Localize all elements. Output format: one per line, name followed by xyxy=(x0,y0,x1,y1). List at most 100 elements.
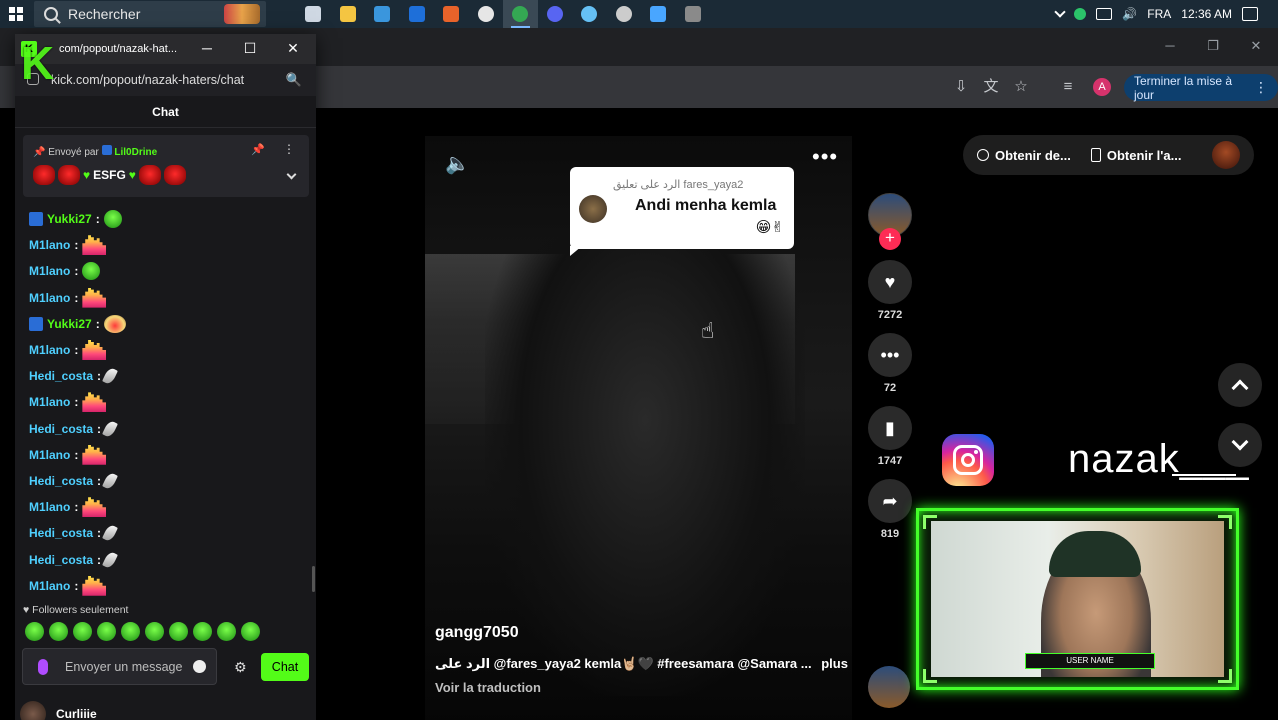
network-icon[interactable] xyxy=(1096,8,1113,20)
taskbar-app-chrome[interactable] xyxy=(503,0,538,28)
taskbar-app-app-blue[interactable] xyxy=(641,0,676,28)
restore-icon[interactable]: ❐ xyxy=(1203,38,1223,54)
taskbar-app-microsoft-store[interactable] xyxy=(365,0,400,28)
chat-username[interactable]: Hedi_costa xyxy=(29,526,93,540)
taskbar-app-file-explorer[interactable] xyxy=(331,0,366,28)
chat-username[interactable]: Hedi_costa xyxy=(29,553,93,567)
emoji-picker-icon[interactable] xyxy=(193,660,206,673)
maximize-icon[interactable]: ☐ xyxy=(240,40,260,57)
comment-icon: ••• xyxy=(868,333,912,377)
quick-emote-icon[interactable] xyxy=(25,622,44,641)
chat-username[interactable]: Yukki27 xyxy=(47,317,92,331)
taskbar-app-task-view[interactable] xyxy=(296,0,331,28)
emote-icon xyxy=(103,314,126,333)
taskbar-app-obs[interactable] xyxy=(469,0,504,28)
taskbar-app-office[interactable] xyxy=(434,0,469,28)
quick-emote-icon[interactable] xyxy=(145,622,164,641)
user-badge-icon xyxy=(101,145,112,155)
reading-list-icon[interactable]: ≡ xyxy=(1059,78,1077,96)
see-more-link[interactable]: plus xyxy=(821,656,848,671)
close-icon[interactable]: ✕ xyxy=(1246,38,1266,54)
minimize-icon[interactable]: ─ xyxy=(197,40,217,56)
share-action[interactable]: ➦ 819 xyxy=(868,479,912,540)
unpin-icon[interactable]: 📌 xyxy=(251,143,265,156)
chat-settings-icon[interactable]: ⚙ xyxy=(234,659,247,676)
expand-chevron-icon[interactable] xyxy=(286,169,297,180)
translate-icon[interactable]: 文 xyxy=(982,78,1000,96)
microphone-icon[interactable] xyxy=(38,659,48,675)
volume-icon[interactable]: 🔈 xyxy=(445,151,470,176)
browser-menu-icon[interactable]: ⋮ xyxy=(1254,79,1268,96)
music-disc-avatar[interactable] xyxy=(868,666,910,708)
chat-scrollbar[interactable] xyxy=(312,566,315,592)
chat-username[interactable]: Hedi_costa xyxy=(29,422,93,436)
quick-emote-icon[interactable] xyxy=(73,622,92,641)
minimize-icon[interactable]: ─ xyxy=(1160,38,1180,53)
language-indicator[interactable]: FRA xyxy=(1147,7,1171,21)
chat-username[interactable]: M1lano xyxy=(29,579,70,593)
taskbar-search[interactable]: Rechercher xyxy=(34,1,266,27)
chat-username[interactable]: M1lano xyxy=(29,500,70,514)
chat-username[interactable]: M1lano xyxy=(29,291,70,305)
pinned-text: ESFG xyxy=(93,168,126,182)
taskbar-app-outlook[interactable] xyxy=(400,0,435,28)
quick-emote-icon[interactable] xyxy=(193,622,212,641)
taskbar-app-clock-app[interactable] xyxy=(607,0,642,28)
tray-status-icon[interactable] xyxy=(1074,8,1087,20)
message-input[interactable]: Envoyer un message xyxy=(22,648,217,685)
chat-username[interactable]: M1lano xyxy=(29,395,70,409)
close-icon[interactable]: ✕ xyxy=(283,40,303,57)
pinned-menu-icon[interactable]: ⋮ xyxy=(283,142,295,156)
chat-username[interactable]: Yukki27 xyxy=(47,212,92,226)
chat-colon: : xyxy=(95,316,100,331)
quick-emote-icon[interactable] xyxy=(169,622,188,641)
chat-username[interactable]: Hedi_costa xyxy=(29,369,93,383)
previous-video-button[interactable] xyxy=(1218,363,1262,407)
obs-icon xyxy=(477,6,494,22)
quick-emote-icon[interactable] xyxy=(217,622,236,641)
quick-emote-icon[interactable] xyxy=(97,622,116,641)
chat-colon: : xyxy=(97,421,102,436)
start-button[interactable] xyxy=(0,0,32,28)
below-user-avatar xyxy=(20,701,46,720)
chat-message: Hedi_costa: xyxy=(29,523,118,543)
quick-emote-icon[interactable] xyxy=(121,622,140,641)
clock[interactable]: 12:36 AM xyxy=(1181,7,1232,21)
taskbar-app-app-grey[interactable] xyxy=(676,0,711,28)
profile-avatar[interactable]: A xyxy=(1093,78,1111,96)
chat-username[interactable]: M1lano xyxy=(29,448,70,462)
video-player[interactable]: 🔈 ••• الرد على تعليق fares_yaya2 Andi me… xyxy=(425,136,852,720)
chat-colon: : xyxy=(74,238,79,253)
quick-emote-icon[interactable] xyxy=(241,622,260,641)
green-heart-icon: ♥ xyxy=(83,168,91,182)
install-app-icon[interactable]: ⇩ xyxy=(952,78,970,96)
chat-username[interactable]: Hedi_costa xyxy=(29,474,93,488)
chat-username[interactable]: M1lano xyxy=(29,264,70,278)
quick-emote-icon[interactable] xyxy=(49,622,68,641)
steam-icon xyxy=(581,6,598,22)
save-action[interactable]: ▮ 1747 xyxy=(868,406,912,467)
follow-button[interactable]: + xyxy=(879,228,901,250)
chat-username[interactable]: M1lano xyxy=(29,238,70,252)
user-avatar[interactable] xyxy=(1212,141,1240,169)
comment-action[interactable]: ••• 72 xyxy=(868,333,912,394)
notifications-icon[interactable] xyxy=(1242,7,1258,21)
taskbar-app-steam[interactable] xyxy=(572,0,607,28)
more-options-icon[interactable]: ••• xyxy=(812,144,838,170)
get-coins-button[interactable]: Obtenir de... xyxy=(977,148,1071,163)
like-action[interactable]: ♥ 7272 xyxy=(868,260,912,321)
chat-username[interactable]: M1lano xyxy=(29,343,70,357)
send-chat-button[interactable]: Chat xyxy=(261,653,309,681)
see-translation-link[interactable]: Voir la traduction xyxy=(435,680,541,695)
update-button[interactable]: Terminer la mise à jour ⋮ xyxy=(1124,74,1278,102)
zoom-icon[interactable]: 🔍 xyxy=(286,72,302,88)
pinned-username[interactable]: Lil0Drine xyxy=(114,147,157,158)
volume-icon[interactable]: 🔊 xyxy=(1122,7,1137,21)
show-hidden-icons-chevron[interactable] xyxy=(1054,6,1067,18)
get-app-button[interactable]: Obtenir l'a... xyxy=(1090,148,1181,163)
taskbar-app-discord[interactable] xyxy=(538,0,573,28)
chat-message: Yukki27: xyxy=(29,314,126,334)
video-author[interactable]: gangg7050 xyxy=(435,624,519,642)
chat-message: Hedi_costa: xyxy=(29,366,118,386)
bookmark-star-icon[interactable]: ☆ xyxy=(1012,78,1030,96)
